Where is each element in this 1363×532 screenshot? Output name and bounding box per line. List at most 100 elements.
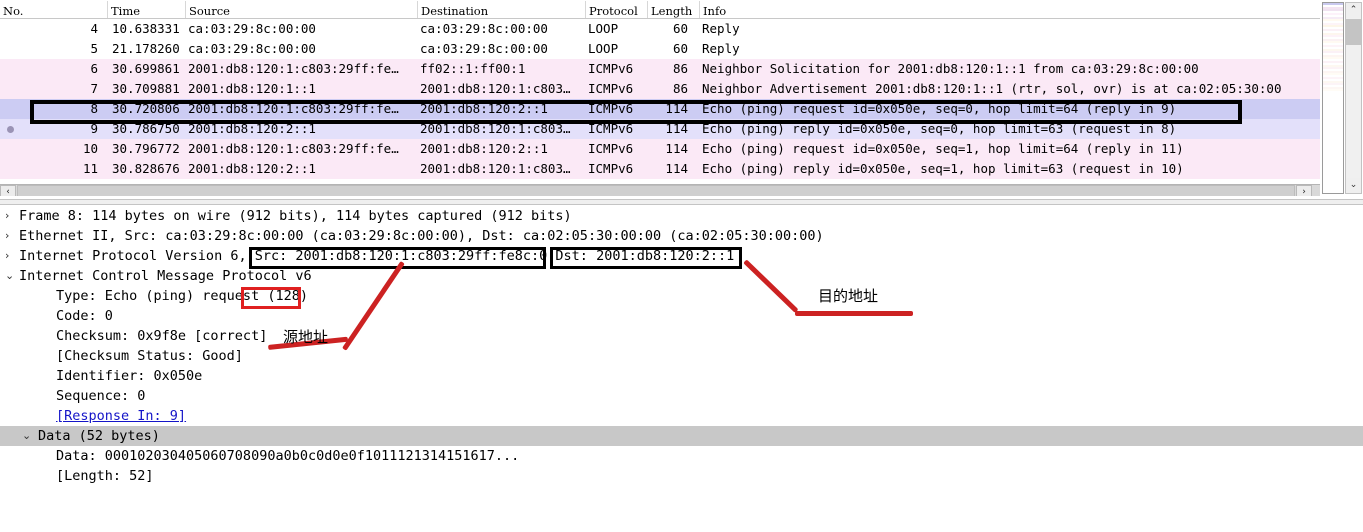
detail-tree-row[interactable]: › Frame 8: 114 bytes on wire (912 bits), … (0, 206, 1363, 226)
detail-tree-row[interactable]: [Checksum Status: Good] (0, 346, 1363, 366)
column-divider-protocol-length[interactable] (647, 1, 648, 18)
packet-cell-info: Echo (ping) request id=0x050e, seq=0, ho… (702, 101, 1177, 116)
packet-cell-time: 30.699861 (112, 61, 180, 76)
packet-details-pane[interactable]: › Frame 8: 114 bytes on wire (912 bits), … (0, 206, 1363, 532)
packet-cell-no: 7 (90, 81, 98, 96)
packet-cell-no: 8 (90, 101, 98, 116)
packet-list-pane[interactable]: No. Time Source Destination Protocol Len… (0, 0, 1320, 196)
packet-row[interactable]: 8 30.720806 2001:db8:120:1:c803:29ff:fe… 20… (0, 99, 1320, 119)
column-header-destination[interactable]: Destination (418, 3, 586, 19)
detail-tree-row[interactable]: Checksum: 0x9f8e [correct] (0, 326, 1363, 346)
scroll-down-arrow-icon[interactable]: ⌄ (1346, 178, 1361, 193)
packet-cell-destination: 2001:db8:120:2::1 (420, 141, 548, 156)
detail-tree-row[interactable]: Sequence: 0 (0, 386, 1363, 406)
detail-tree-row[interactable]: ⌄ Data (52 bytes) (0, 426, 1363, 446)
column-header-time[interactable]: Time (108, 3, 186, 19)
detail-tree-row[interactable]: Identifier: 0x050e (0, 366, 1363, 386)
packet-cell-source: 2001:db8:120:1::1 (188, 81, 316, 96)
chevron-right-icon[interactable]: › (5, 206, 9, 226)
packet-cell-info: Echo (ping) reply id=0x050e, seq=1, hop … (702, 161, 1184, 176)
column-divider-source-dest[interactable] (417, 1, 418, 18)
packet-row[interactable]: 4 10.638331 ca:03:29:8c:00:00 ca:03:29:8c:0… (0, 19, 1320, 39)
packet-cell-length: 60 (672, 41, 688, 56)
packet-cell-source: 2001:db8:120:1:c803:29ff:fe… (188, 61, 399, 76)
packet-cell-length: 60 (672, 21, 688, 36)
detail-tree-row[interactable]: Type: Echo (ping) request (128) (0, 286, 1363, 306)
vertical-scroll-thumb[interactable] (1346, 19, 1361, 45)
minimap-stripe (1323, 91, 1343, 93)
detail-tree-label: Internet Control Message Protocol v6 (19, 268, 312, 284)
packet-list-header[interactable]: No. Time Source Destination Protocol Len… (0, 0, 1320, 19)
packet-cell-length: 86 (672, 81, 688, 96)
packet-cell-info: Reply (702, 21, 740, 36)
column-header-protocol[interactable]: Protocol (586, 3, 648, 19)
chevron-right-icon[interactable]: › (5, 246, 9, 266)
column-header-length[interactable]: Length (648, 3, 700, 19)
packet-cell-destination: ca:03:29:8c:00:00 (420, 21, 548, 36)
detail-tree-row[interactable]: Data: 000102030405060708090a0b0c0d0e0f10… (0, 446, 1363, 466)
wireshark-window: No. Time Source Destination Protocol Len… (0, 0, 1363, 532)
packet-cell-protocol: ICMPv6 (588, 101, 634, 116)
packet-row[interactable]: 7 30.709881 2001:db8:120:1::1 2001:db8:120:… (0, 79, 1320, 99)
detail-tree-label[interactable]: [Response In: 9] (56, 406, 186, 426)
packet-row[interactable]: 9 30.786750 2001:db8:120:2::1 2001:db8:120:… (0, 119, 1320, 139)
packet-list-vertical-scrollbar[interactable]: ⌃ ⌄ (1345, 2, 1362, 194)
packet-list-horizontal-scrollbar[interactable]: ‹ › (0, 184, 1320, 196)
packet-cell-no: 9 (90, 121, 98, 136)
scroll-right-arrow-icon[interactable]: › (1296, 185, 1312, 196)
column-divider-time-source[interactable] (185, 1, 186, 18)
detail-tree-row[interactable]: [Length: 52] (0, 466, 1363, 486)
pane-splitter[interactable] (0, 199, 1363, 205)
packet-cell-source: ca:03:29:8c:00:00 (188, 21, 316, 36)
packet-cell-info: Reply (702, 41, 740, 56)
detail-tree-row[interactable]: › Internet Protocol Version 6, Src: 2001:… (0, 246, 1363, 266)
packet-row[interactable]: 5 21.178260 ca:03:29:8c:00:00 ca:03:29:8c:0… (0, 39, 1320, 59)
detail-tree-label: Data (52 bytes) (38, 426, 160, 446)
intelligent-scrollbar-minimap[interactable] (1322, 2, 1344, 194)
packet-cell-no: 5 (90, 41, 98, 56)
detail-tree-label: Code: 0 (56, 308, 113, 324)
packet-cell-length: 114 (665, 161, 688, 176)
packet-cell-source: 2001:db8:120:1:c803:29ff:fe… (188, 141, 399, 156)
detail-tree-row[interactable]: ⌄ Internet Control Message Protocol v6 (0, 266, 1363, 286)
horizontal-scroll-thumb[interactable] (17, 185, 1295, 196)
packet-cell-destination: 2001:db8:120:1:c803… (420, 121, 571, 136)
scroll-up-arrow-icon[interactable]: ⌃ (1346, 3, 1361, 18)
packet-row[interactable]: 10 30.796772 2001:db8:120:1:c803:29ff:fe… 2… (0, 139, 1320, 159)
column-header-source[interactable]: Source (186, 3, 418, 19)
column-divider-no-time[interactable] (107, 1, 108, 18)
chevron-right-icon[interactable]: › (5, 226, 9, 246)
detail-tree-label: Data: 000102030405060708090a0b0c0d0e0f10… (56, 448, 520, 464)
chevron-down-icon[interactable]: ⌄ (5, 266, 14, 286)
packet-cell-info: Echo (ping) reply id=0x050e, seq=0, hop … (702, 121, 1177, 136)
packet-cell-destination: ca:03:29:8c:00:00 (420, 41, 548, 56)
packet-cell-no: 6 (90, 61, 98, 76)
chevron-down-icon[interactable]: ⌄ (22, 426, 31, 446)
detail-tree-label: Type: Echo (ping) request (128) (56, 288, 308, 304)
packet-cell-no: 11 (82, 161, 98, 176)
packet-cell-length: 86 (672, 61, 688, 76)
packet-row[interactable]: 11 30.828676 2001:db8:120:2::1 2001:db8:120… (0, 159, 1320, 179)
scroll-left-arrow-icon[interactable]: ‹ (0, 185, 16, 196)
packet-cell-protocol: LOOP (588, 41, 619, 56)
packet-cell-time: 10.638331 (112, 21, 180, 36)
detail-tree-row[interactable]: Code: 0 (0, 306, 1363, 326)
packet-cell-info: Neighbor Solicitation for 2001:db8:120:1… (702, 61, 1199, 76)
packet-row[interactable]: 6 30.699861 2001:db8:120:1:c803:29ff:fe… ff… (0, 59, 1320, 79)
column-header-info[interactable]: Info (700, 3, 1300, 19)
packet-rows-container[interactable]: 4 10.638331 ca:03:29:8c:00:00 ca:03:29:8c:0… (0, 19, 1320, 179)
column-divider-length-info[interactable] (699, 1, 700, 18)
packet-cell-length: 114 (665, 101, 688, 116)
column-header-no[interactable]: No. (0, 3, 108, 19)
column-divider-dest-protocol[interactable] (585, 1, 586, 18)
packet-cell-time: 30.828676 (112, 161, 180, 176)
detail-tree-label: Ethernet II, Src: ca:03:29:8c:00:00 (ca:… (19, 228, 824, 244)
packet-detail-tree[interactable]: › Frame 8: 114 bytes on wire (912 bits), … (0, 206, 1363, 486)
packet-cell-destination: 2001:db8:120:1:c803… (420, 161, 571, 176)
packet-cell-no: 10 (82, 141, 98, 156)
packet-cell-source: ca:03:29:8c:00:00 (188, 41, 316, 56)
detail-tree-row[interactable]: › Ethernet II, Src: ca:03:29:8c:00:00 (ca… (0, 226, 1363, 246)
packet-cell-time: 30.796772 (112, 141, 180, 156)
detail-tree-row[interactable]: [Response In: 9] (0, 406, 1363, 426)
packet-cell-info: Neighbor Advertisement 2001:db8:120:1::1… (702, 81, 1282, 96)
